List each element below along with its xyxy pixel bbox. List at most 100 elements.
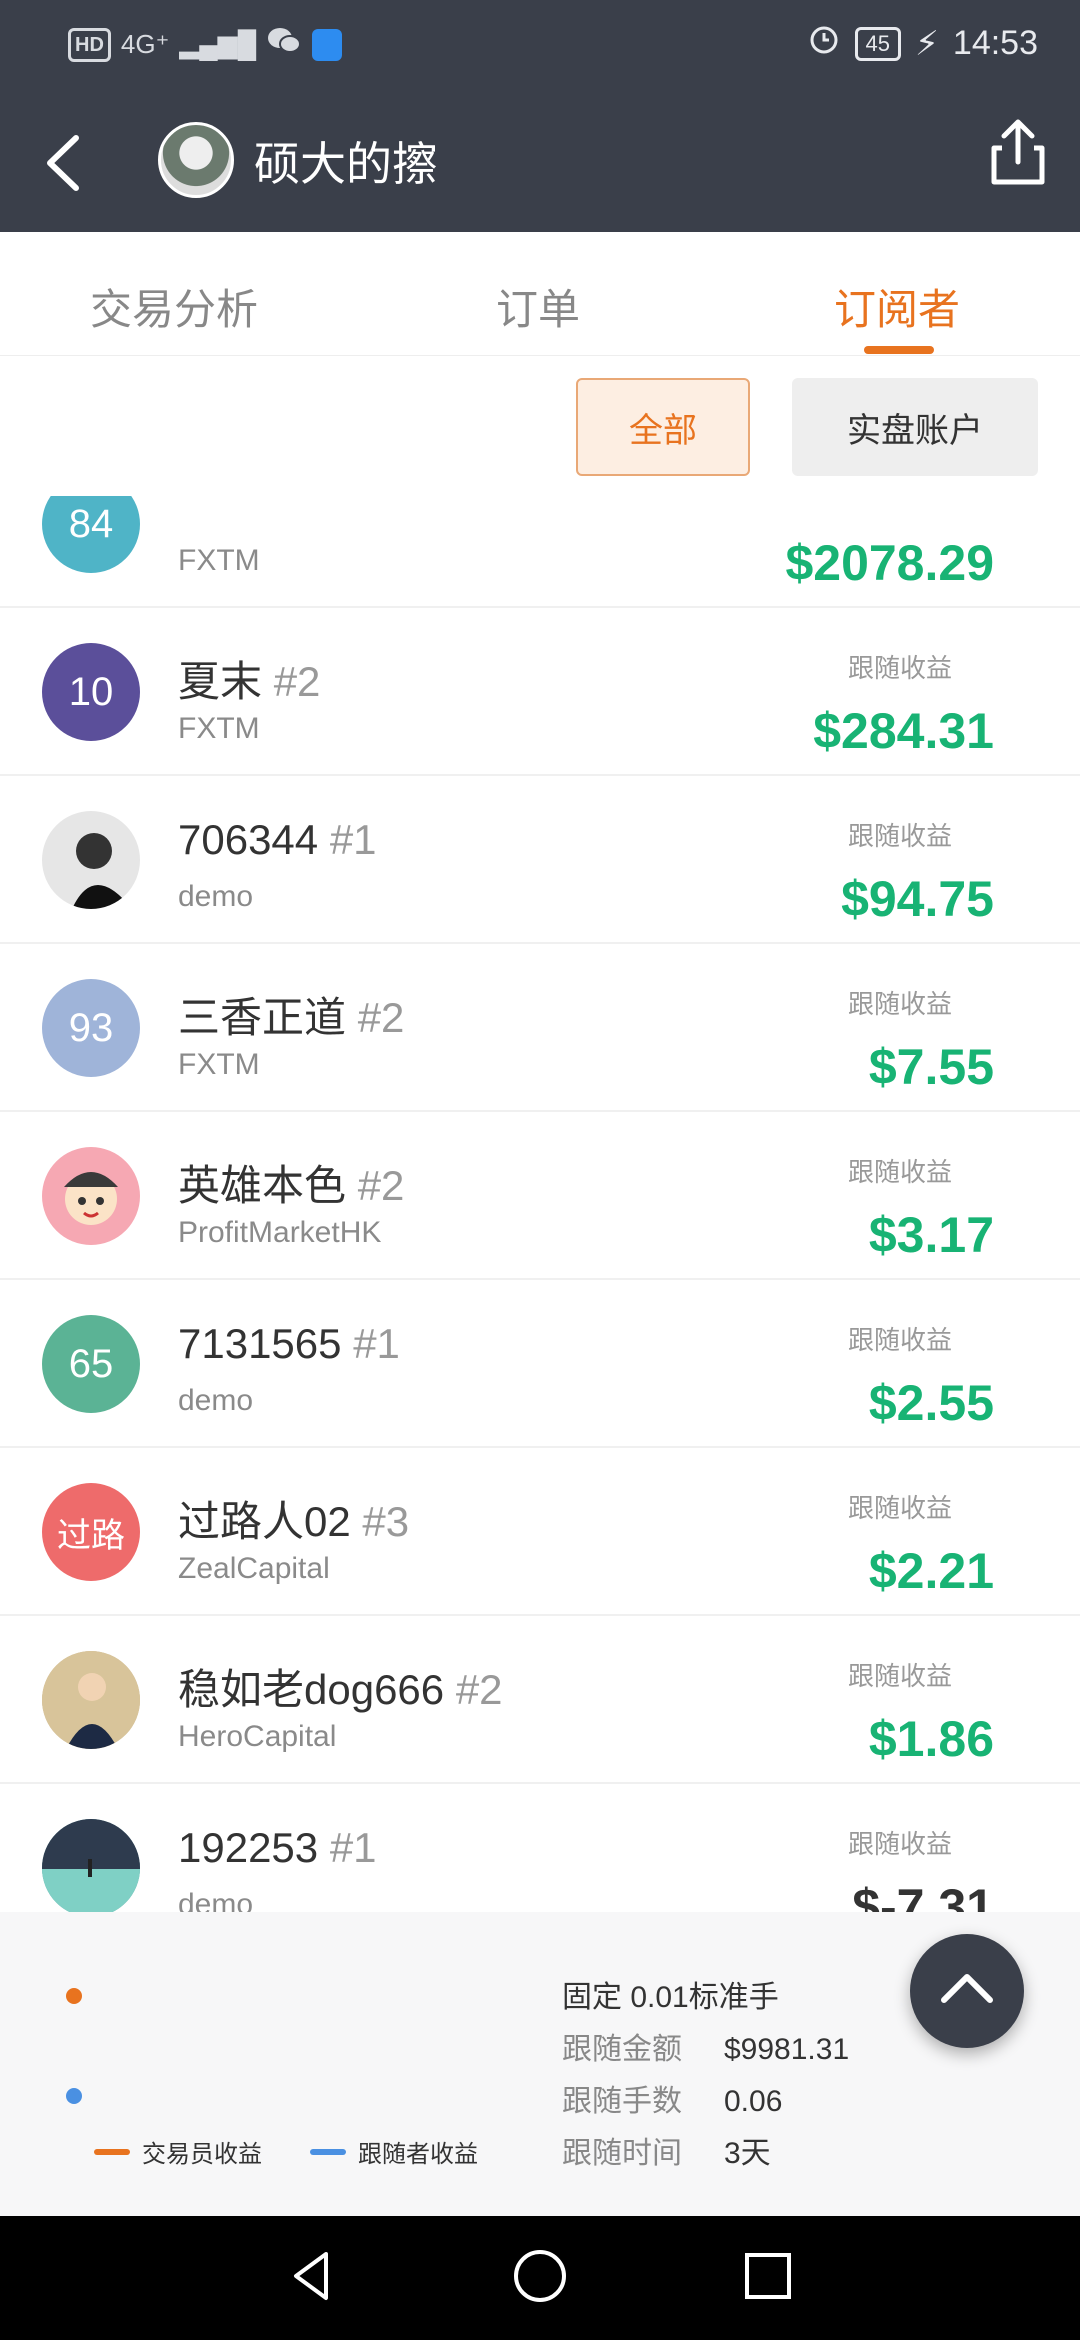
subscriber-name: 过路人02 #3 <box>178 1488 409 1549</box>
list-item[interactable]: 英雄本色 #2 ProfitMarketHK 跟随收益 $3.17 <box>0 1112 1080 1280</box>
list-item[interactable]: 稳如老dog666 #2 HeroCapital 跟随收益 $1.86 <box>0 1616 1080 1784</box>
avatar <box>42 1651 140 1749</box>
profit-label: 跟随收益 <box>847 1661 952 1691</box>
filter-bar: 全部 实盘账户 <box>0 356 1080 496</box>
profit-label: 跟随收益 <box>847 1493 952 1523</box>
name-text: 稳如老dog666 <box>178 1666 445 1713</box>
broker-name: demo <box>178 1888 254 1912</box>
follow-info: 固定 0.01标准手 跟随金额 $9981.31 跟随手数 0.06 跟随时间 3天 <box>562 1972 849 2180</box>
amount-value: $9981.31 <box>724 2033 850 2066</box>
list-item[interactable]: 706344 #1 demo 跟随收益 $94.75 <box>0 776 1080 944</box>
legend-label: 跟随者收益 <box>358 2141 478 2168</box>
avatar: 84 <box>42 496 140 573</box>
account-number: #1 <box>329 1824 377 1871</box>
shield-icon <box>312 28 343 61</box>
hd-indicator: HD <box>68 27 111 62</box>
broker-name: ZealCapital <box>178 1552 330 1585</box>
name-text: 过路人02 <box>178 1498 351 1545</box>
follower-dot <box>66 2088 82 2104</box>
tab-trade-analysis[interactable]: 交易分析 <box>90 276 258 337</box>
account-number: #2 <box>357 994 405 1041</box>
subscriber-list[interactable]: 84 FXTM $2078.29 10 夏末 #2 FXTM 跟随收益 $284… <box>0 496 1080 1912</box>
avatar: 93 <box>42 979 140 1077</box>
avatar: 10 <box>42 643 140 741</box>
name-text: 英雄本色 <box>178 1162 347 1209</box>
clock: 14:53 <box>952 24 1038 62</box>
broker-name: FXTM <box>178 1048 260 1081</box>
nav-home-icon[interactable] <box>510 2246 570 2306</box>
chevron-up-icon <box>941 1974 993 2003</box>
avatar: 过路 <box>42 1483 140 1581</box>
broker-name: demo <box>178 880 254 913</box>
legend-follower: 跟随者收益 <box>310 2134 478 2169</box>
broker-name: ProfitMarketHK <box>178 1216 382 1249</box>
tab-bar: 交易分析 订单 订阅者 <box>0 232 1080 356</box>
signal-icon: ▂▄▆█ <box>179 29 257 59</box>
profit-value: $284.31 <box>813 703 994 759</box>
charging-icon: ⚡ <box>915 24 939 63</box>
account-number: #2 <box>455 1666 503 1713</box>
status-bar: HD 4G⁺ ▂▄▆█ 45 ⚡ 14:53 <box>0 0 1080 92</box>
back-button[interactable] <box>36 128 96 198</box>
battery-indicator: 45 <box>854 26 902 61</box>
subscriber-name: 三香正道 #2 <box>178 984 404 1045</box>
filter-real-account-button[interactable]: 实盘账户 <box>792 378 1038 476</box>
share-button[interactable] <box>986 118 1050 188</box>
amount-label: 跟随金额 <box>562 2033 682 2066</box>
scroll-top-button[interactable] <box>910 1934 1024 2048</box>
list-item[interactable]: 192253 #1 demo 跟随收益 $-7.31 <box>0 1784 1080 1912</box>
name-text: 三香正道 <box>178 994 347 1041</box>
subscriber-name: 706344 #1 <box>178 816 377 864</box>
nav-recents-icon[interactable] <box>738 2246 798 2306</box>
tab-orders[interactable]: 订单 <box>496 276 580 337</box>
legend-swatch <box>94 2148 130 2155</box>
status-right: 45 ⚡ 14:53 <box>807 22 1038 65</box>
page-title: 硕大的擦 <box>254 138 438 190</box>
profit-label: 跟随收益 <box>847 989 952 1019</box>
name-text: 706344 <box>178 816 319 863</box>
time-value: 3天 <box>724 2137 771 2170</box>
tab-subscribers[interactable]: 订阅者 <box>834 276 960 337</box>
profit-label: 跟随收益 <box>847 653 952 683</box>
legend-trader: 交易员收益 <box>94 2134 262 2169</box>
broker-name: FXTM <box>178 544 260 577</box>
profit-label: 跟随收益 <box>847 1829 952 1859</box>
profit-value: $2.21 <box>868 1543 994 1599</box>
top-bar: HD 4G⁺ ▂▄▆█ 45 ⚡ 14:53 硕大的擦 <box>0 0 1080 232</box>
lots-value: 0.06 <box>724 2085 783 2118</box>
account-number: #1 <box>353 1320 400 1367</box>
follow-mode: 固定 0.01标准手 <box>562 1981 779 2014</box>
list-item[interactable]: 84 FXTM $2078.29 <box>0 496 1080 608</box>
account-number: #2 <box>357 1162 405 1209</box>
profit-value: $94.75 <box>841 871 994 927</box>
trader-avatar[interactable] <box>158 122 234 198</box>
broker-name: FXTM <box>178 712 260 745</box>
system-nav-bar <box>0 2216 1080 2340</box>
alarm-icon <box>807 22 841 65</box>
profit-value: $-7.31 <box>852 1879 994 1912</box>
avatar <box>42 1819 140 1912</box>
trader-dot <box>66 1988 82 2004</box>
account-number: #3 <box>362 1498 410 1545</box>
list-item[interactable]: 93 三香正道 #2 FXTM 跟随收益 $7.55 <box>0 944 1080 1112</box>
filter-all-button[interactable]: 全部 <box>576 378 750 476</box>
list-item[interactable]: 65 7131565 #1 demo 跟随收益 $2.55 <box>0 1280 1080 1448</box>
nav-back-icon[interactable] <box>282 2246 342 2306</box>
lots-label: 跟随手数 <box>562 2085 682 2118</box>
subscriber-name: 7131565 #1 <box>178 1320 400 1368</box>
legend-swatch <box>310 2148 346 2155</box>
name-text: 192253 <box>178 1824 319 1871</box>
broker-name: HeroCapital <box>178 1720 337 1753</box>
profit-label: 跟随收益 <box>847 1325 952 1355</box>
list-item[interactable]: 过路 过路人02 #3 ZealCapital 跟随收益 $2.21 <box>0 1448 1080 1616</box>
subscriber-name: 英雄本色 #2 <box>178 1152 404 1213</box>
profit-value: $2078.29 <box>785 535 994 591</box>
wechat-icon <box>266 26 302 63</box>
name-text: 7131565 <box>178 1320 342 1367</box>
status-left: HD 4G⁺ ▂▄▆█ <box>68 26 343 63</box>
list-item[interactable]: 10 夏末 #2 FXTM 跟随收益 $284.31 <box>0 608 1080 776</box>
header: 硕大的擦 <box>0 92 1080 232</box>
profit-value: $2.55 <box>868 1375 994 1431</box>
profit-label: 跟随收益 <box>847 821 952 851</box>
avatar: 65 <box>42 1315 140 1413</box>
